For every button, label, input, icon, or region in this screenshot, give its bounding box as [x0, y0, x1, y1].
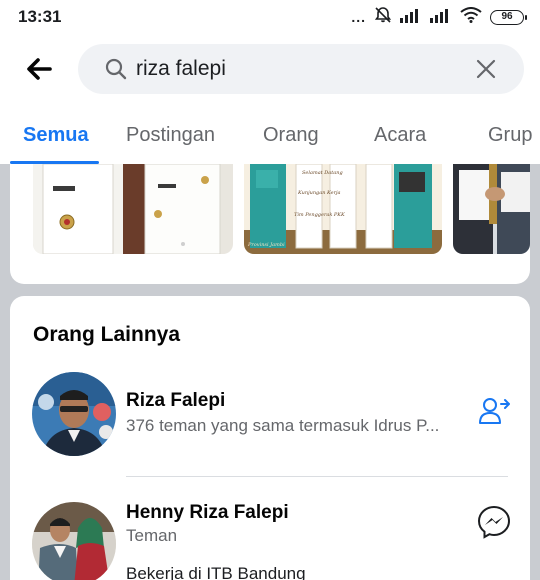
tab-semua[interactable]: Semua — [23, 124, 89, 147]
person-name: Riza Falepi — [126, 390, 226, 411]
svg-text:Selamat Datang: Selamat Datang — [302, 170, 343, 176]
row-divider — [126, 476, 508, 477]
alarm-off-icon — [374, 6, 392, 29]
search-tabs: Semua Postingan Orang Acara Grup — [0, 104, 540, 164]
people-section: Orang Lainnya Riza Falepi 376 teman yang… — [10, 296, 530, 580]
photo-event-banner[interactable]: Selamat Datang Kunjungan Kerja Tim Pengg… — [244, 164, 442, 254]
search-box[interactable] — [78, 44, 524, 94]
wifi-icon — [460, 6, 482, 28]
tab-acara[interactable]: Acara — [374, 124, 426, 147]
status-icons: ... 96 — [351, 6, 527, 29]
tab-grup[interactable]: Grup — [488, 124, 532, 147]
tab-orang[interactable]: Orang — [263, 124, 319, 147]
add-friend-icon[interactable] — [476, 393, 512, 429]
signal-icon — [430, 7, 452, 28]
person-row[interactable]: Henny Riza Falepi Teman Bekerja di ITB B… — [10, 492, 530, 580]
more-dots: ... — [351, 9, 366, 25]
status-bar: 13:31 ... 96 — [0, 0, 540, 34]
close-icon[interactable] — [474, 57, 498, 81]
avatar[interactable] — [32, 502, 116, 580]
person-subtitle: 376 teman yang sama termasuk Idrus P... — [126, 416, 440, 435]
svg-text:Provinsi Jambi: Provinsi Jambi — [247, 242, 285, 248]
photos-card: Selamat Datang Kunjungan Kerja Tim Pengg… — [10, 164, 530, 284]
svg-text:Kunjungan Kerja: Kunjungan Kerja — [297, 190, 341, 196]
person-name: Henny Riza Falepi — [126, 502, 289, 523]
photo-handshake[interactable] — [453, 164, 530, 254]
svg-text:Tim Penggerak PKK: Tim Penggerak PKK — [294, 212, 345, 218]
signal-icon — [400, 7, 422, 28]
search-input[interactable] — [136, 52, 456, 86]
avatar[interactable] — [32, 372, 116, 456]
person-row[interactable]: Riza Falepi 376 teman yang sama termasuk… — [10, 362, 530, 472]
photo-uniform-officials[interactable] — [33, 164, 233, 254]
section-title: Orang Lainnya — [33, 323, 181, 346]
back-arrow-icon[interactable] — [22, 54, 56, 84]
messenger-icon[interactable] — [476, 504, 512, 540]
person-subtitle: Teman — [126, 526, 178, 545]
battery-icon: 96 — [490, 9, 527, 25]
search-header — [0, 34, 540, 104]
search-icon — [104, 57, 128, 81]
tab-postingan[interactable]: Postingan — [126, 124, 215, 147]
person-work: Bekerja di ITB Bandung — [126, 564, 306, 580]
status-time: 13:31 — [18, 7, 62, 26]
